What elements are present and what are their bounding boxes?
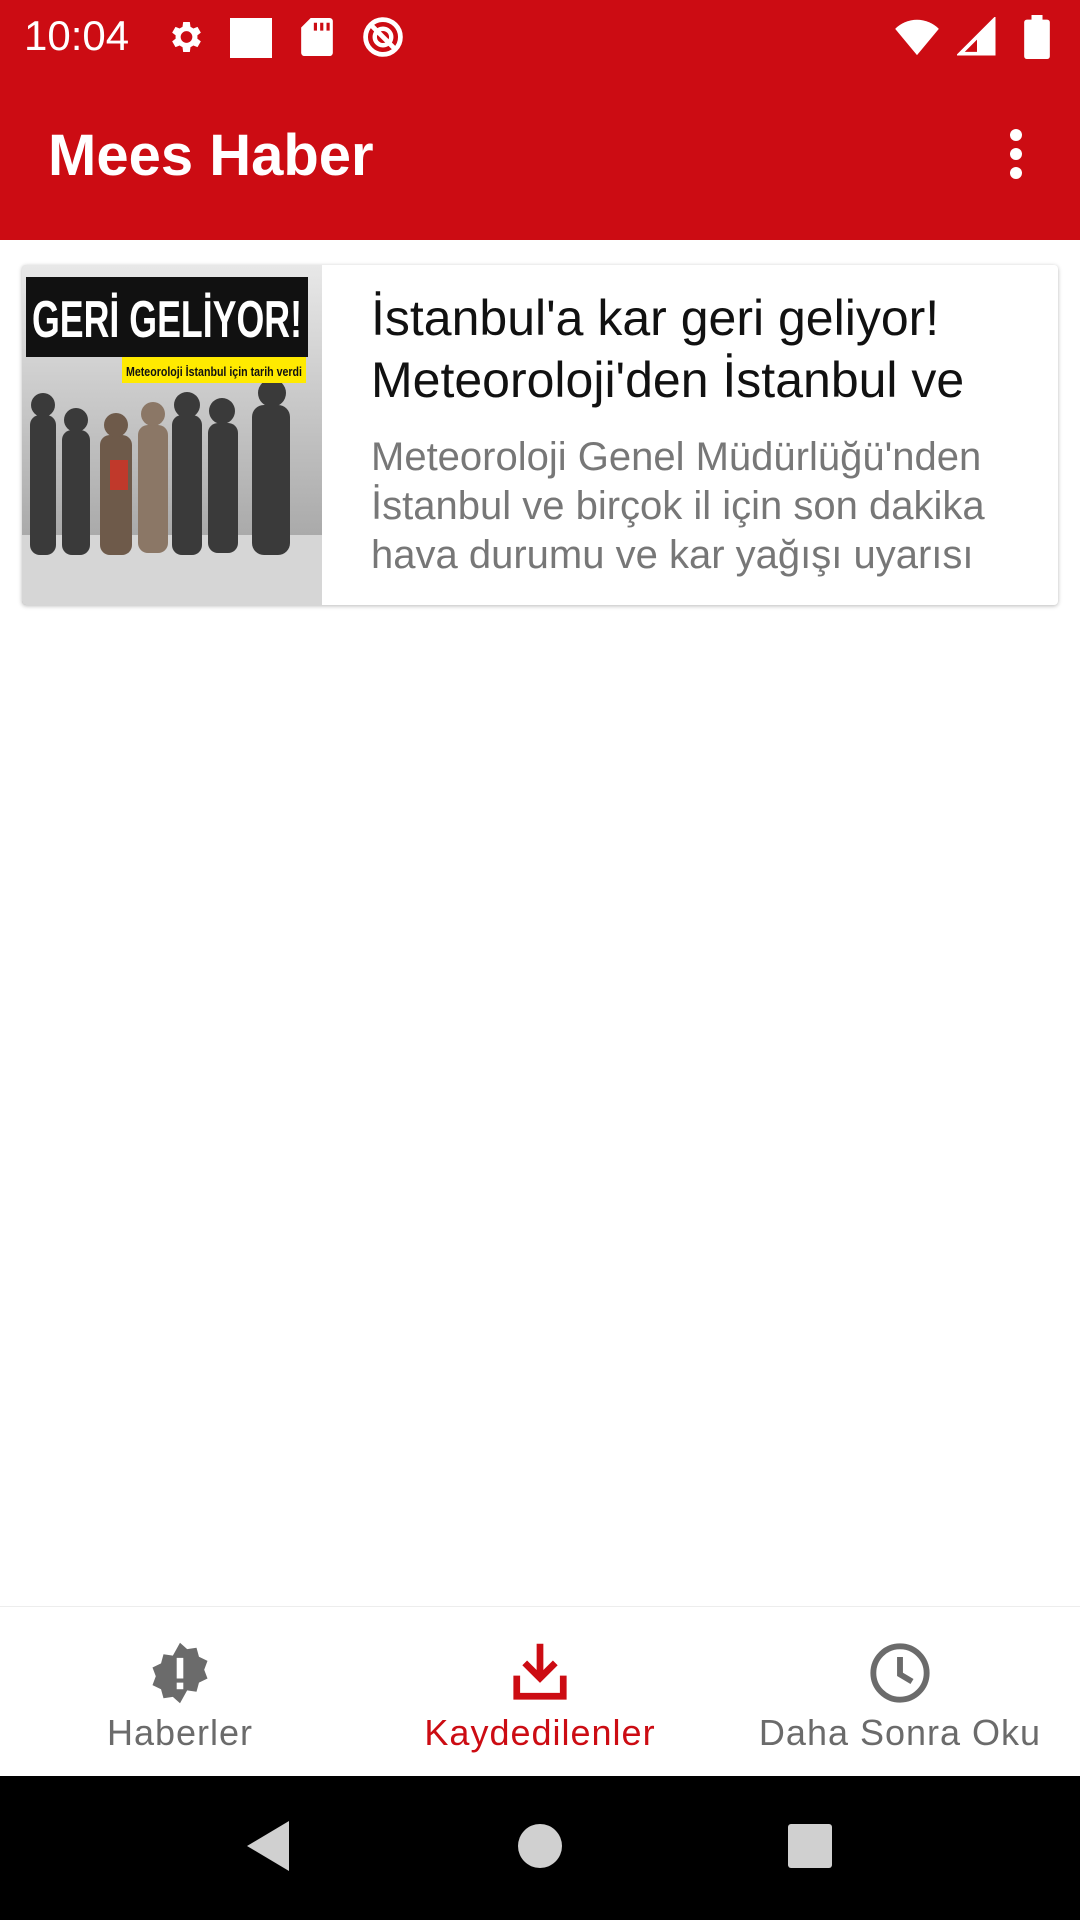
settings-icon bbox=[162, 14, 208, 60]
alert-badge-icon bbox=[146, 1639, 214, 1707]
thumbnail-subheadline: Meteoroloji İstanbul için tarih verdi bbox=[126, 364, 302, 379]
nav-label-kaydedilenler: Kaydedilenler bbox=[424, 1712, 656, 1753]
battery-icon bbox=[1014, 14, 1060, 60]
nav-item-haberler[interactable]: Haberler bbox=[0, 1607, 360, 1777]
system-navigation-bar bbox=[0, 1776, 1080, 1920]
article-thumbnail: GERİ GELİYOR! Meteoroloji İstanbul için … bbox=[22, 265, 322, 605]
article-title: İstanbul'a kar geri geliyor! Meteoroloji… bbox=[371, 290, 965, 408]
status-icons-right bbox=[894, 14, 1060, 60]
app-title: Mees Haber bbox=[48, 123, 374, 188]
more-vertical-icon bbox=[1006, 128, 1026, 185]
square-notification-icon bbox=[228, 14, 274, 60]
bottom-navigation: Haberler Kaydedilenler Daha Sonra Oku bbox=[0, 1606, 1080, 1776]
do-not-disturb-icon bbox=[360, 14, 406, 60]
home-button[interactable] bbox=[504, 1812, 576, 1884]
status-bar: 10:04 bbox=[0, 0, 1080, 72]
thumbnail-headline: GERİ GELİYOR! bbox=[32, 291, 302, 349]
back-button[interactable] bbox=[232, 1812, 304, 1884]
nav-label-daha-sonra-oku: Daha Sonra Oku bbox=[758, 1712, 1042, 1753]
nav-item-daha-sonra-oku[interactable]: Daha Sonra Oku bbox=[720, 1607, 1080, 1777]
wifi-icon bbox=[894, 14, 940, 60]
status-icons-left bbox=[162, 14, 406, 60]
status-time: 10:04 bbox=[24, 12, 130, 59]
nav-item-kaydedilenler[interactable]: Kaydedilenler bbox=[360, 1607, 720, 1777]
app-bar: Mees Haber bbox=[0, 72, 1080, 240]
article-card[interactable]: GERİ GELİYOR! Meteoroloji İstanbul için … bbox=[22, 265, 1058, 605]
overflow-menu-button[interactable] bbox=[982, 122, 1050, 190]
article-description: Meteoroloji Genel Müdürlüğü'nden İstanbu… bbox=[371, 435, 985, 585]
clock-icon bbox=[866, 1639, 934, 1707]
home-icon bbox=[515, 1821, 565, 1876]
recents-button[interactable] bbox=[774, 1812, 846, 1884]
saved-articles-list[interactable]: GERİ GELİYOR! Meteoroloji İstanbul için … bbox=[0, 240, 1080, 1606]
cell-signal-icon bbox=[954, 14, 1000, 60]
screen: 10:04 Mees Haber GERİ GELİYOR! Meteorolo… bbox=[0, 0, 1080, 1920]
sd-card-icon bbox=[294, 14, 340, 60]
nav-label-haberler: Haberler bbox=[106, 1712, 254, 1753]
download-icon bbox=[506, 1639, 574, 1707]
recents-icon bbox=[786, 1822, 834, 1875]
back-icon bbox=[243, 1819, 293, 1878]
